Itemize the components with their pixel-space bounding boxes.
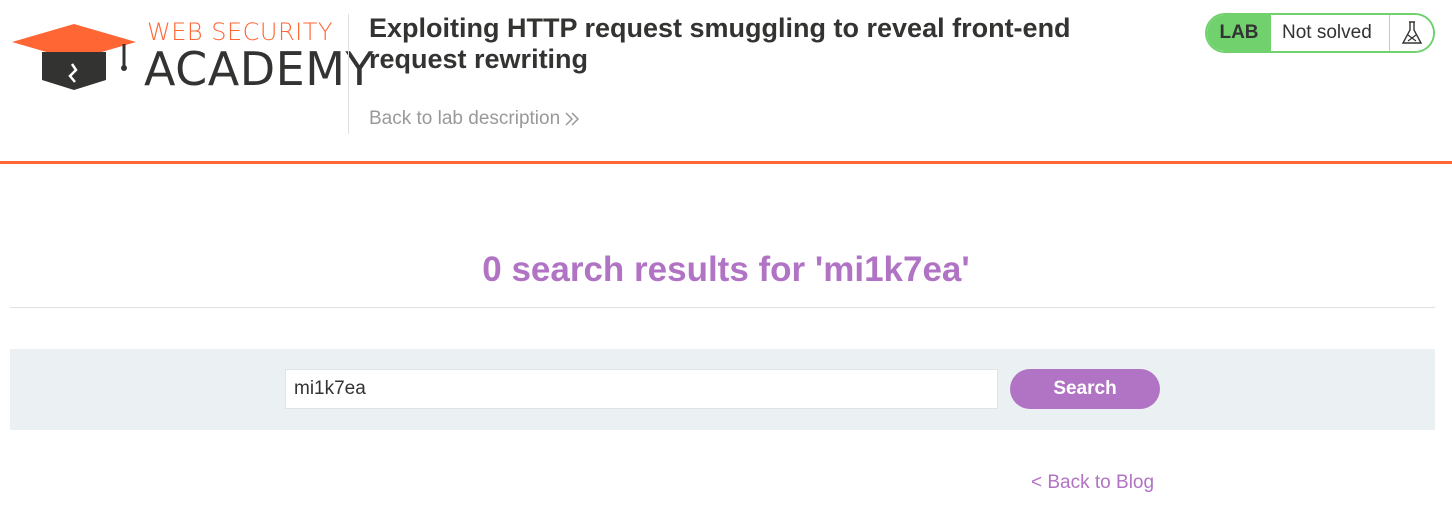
lab-status-badge: LAB Not solved <box>1205 13 1435 53</box>
back-to-lab-description-link[interactable]: Back to lab description <box>369 108 580 130</box>
graduation-cap-icon <box>12 24 136 90</box>
search-results-heading: 0 search results for 'mi1k7ea' <box>482 250 970 289</box>
lab-label: LAB <box>1207 15 1271 51</box>
web-security-academy-logo[interactable]: WEB SECURITY ACADEMY <box>12 16 374 100</box>
search-button[interactable]: Search <box>1010 369 1160 409</box>
lab-title: Exploiting HTTP request smuggling to rev… <box>369 13 1071 74</box>
header-divider <box>348 14 349 134</box>
back-to-blog-link[interactable]: < Back to Blog <box>1031 472 1154 494</box>
section-divider <box>10 307 1435 308</box>
search-input[interactable] <box>285 369 998 409</box>
flask-icon <box>1389 15 1433 51</box>
lab-status-text: Not solved <box>1271 15 1389 51</box>
back-to-lab-description-label: Back to lab description <box>369 108 561 129</box>
page-header: WEB SECURITY ACADEMY Exploiting HTTP req… <box>0 0 1452 164</box>
logo-text-academy: ACADEMY <box>144 42 375 96</box>
double-chevron-right-icon <box>565 112 580 126</box>
